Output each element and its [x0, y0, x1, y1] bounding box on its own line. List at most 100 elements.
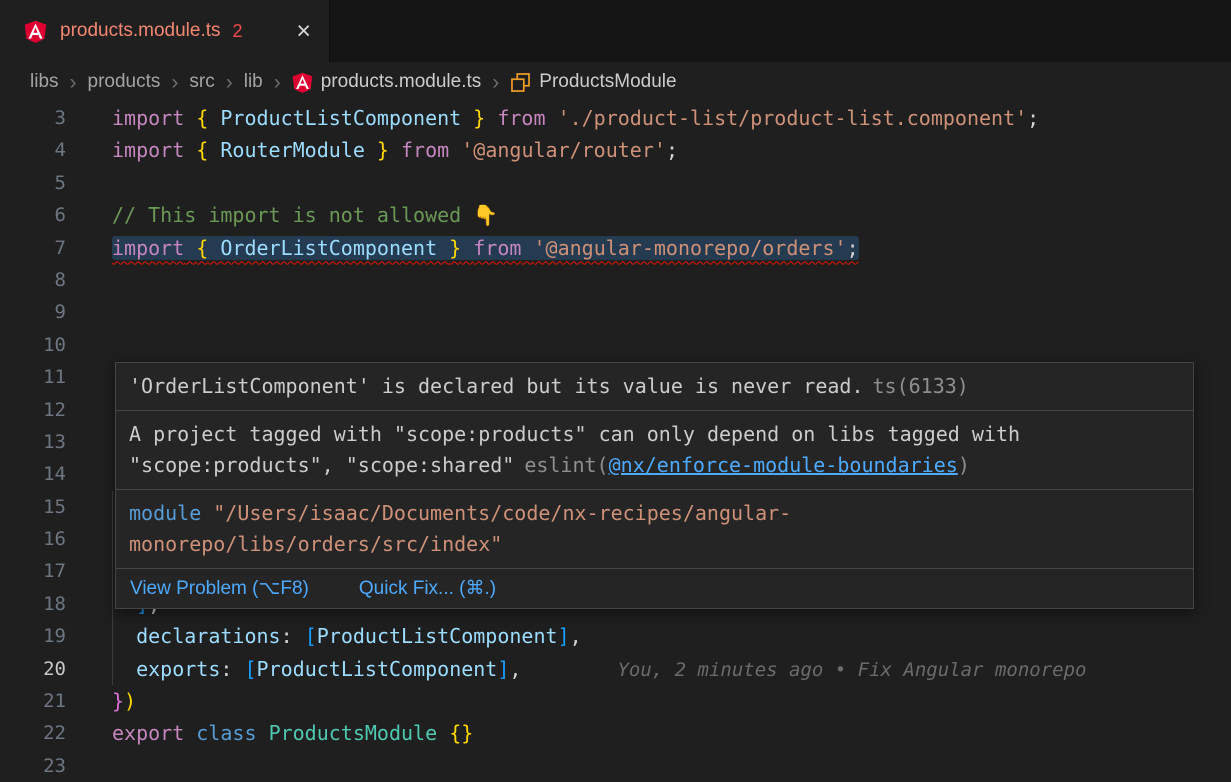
line-code [90, 167, 1231, 199]
breadcrumb-item-lib[interactable]: lib [244, 71, 263, 93]
breadcrumb-label: libs [30, 71, 59, 93]
line-number: 23 [0, 750, 90, 782]
line-content: import { RouterModule } from '@angular/r… [112, 138, 678, 162]
line-number: 7 [0, 232, 90, 264]
line-content: exports: [ProductListComponent], [112, 657, 521, 681]
code-editor[interactable]: 3 import { ProductListComponent } from '.… [0, 102, 1231, 782]
line-number: 22 [0, 717, 90, 749]
eslint-rule-link[interactable]: @nx/enforce-module-boundaries [609, 453, 958, 477]
breadcrumb-item-ProductsModule[interactable]: ProductsModule [510, 71, 676, 93]
breadcrumb-separator: › [70, 72, 77, 93]
line-number: 18 [0, 588, 90, 620]
line-number: 5 [0, 167, 90, 199]
line-content: declarations: [ProductListComponent], [112, 624, 582, 648]
line-number: 14 [0, 458, 90, 490]
line-code: }) [90, 685, 1231, 717]
code-line-8[interactable]: 8 [0, 264, 1231, 296]
line-content: import { ProductListComponent } from './… [112, 106, 1039, 130]
line-number: 16 [0, 523, 90, 555]
line-code: exports: [ProductListComponent], You, 2 m… [90, 653, 1231, 685]
code-line-5[interactable]: 5 [0, 167, 1231, 199]
code-line-6[interactable]: 6 // This import is not allowed 👇 [0, 199, 1231, 231]
line-number: 4 [0, 134, 90, 166]
git-blame-annotation: You, 2 minutes ago • Fix Angular monorep… [617, 654, 1086, 686]
breadcrumb: libs › products › src › lib › products.module.ts… [0, 62, 1231, 102]
breadcrumb-separator: › [226, 72, 233, 93]
code-line-7[interactable]: 7 import { OrderListComponent } from '@an… [0, 232, 1231, 264]
code-line-4[interactable]: 4 import { RouterModule } from '@angular/… [0, 134, 1231, 166]
angular-file-icon [24, 20, 47, 43]
problem-hover-tooltip: 'OrderListComponent' is declared but its… [115, 362, 1194, 609]
line-code [90, 264, 1231, 296]
breadcrumb-label: ProductsModule [539, 71, 676, 93]
line-code: import { ProductListComponent } from './… [90, 102, 1231, 134]
code-line-19[interactable]: 19 declarations: [ProductListComponent], [0, 620, 1231, 652]
line-number: 17 [0, 555, 90, 587]
line-code: import { RouterModule } from '@angular/r… [90, 134, 1231, 166]
line-number: 3 [0, 102, 90, 134]
module-keyword: module [129, 501, 201, 525]
line-code [90, 329, 1231, 361]
code-line-22[interactable]: 22 export class ProductsModule {} [0, 717, 1231, 749]
vscode-window: products.module.ts 2 × libs › products › src… [0, 0, 1231, 780]
code-line-10[interactable]: 10 [0, 329, 1231, 361]
line-number: 11 [0, 361, 90, 393]
ts-diagnostic: 'OrderListComponent' is declared but its… [116, 363, 1193, 411]
line-code: export class ProductsModule {} [90, 717, 1231, 749]
line-code [90, 750, 1231, 782]
line-number: 21 [0, 685, 90, 717]
breadcrumb-item-products.module.ts[interactable]: products.module.ts [292, 71, 482, 93]
breadcrumb-label: src [189, 71, 214, 93]
breadcrumb-separator: › [274, 72, 281, 93]
line-number: 6 [0, 199, 90, 231]
editor-tab-products-module[interactable]: products.module.ts 2 × [0, 0, 330, 62]
line-number: 12 [0, 394, 90, 426]
line-number: 13 [0, 426, 90, 458]
angular-icon [292, 72, 313, 93]
error-highlighted-statement: import { OrderListComponent } from '@ang… [112, 236, 859, 260]
eslint-message-line1: A project tagged with "scope:products" c… [129, 419, 1180, 450]
breadcrumb-separator: › [492, 72, 499, 93]
module-info: module"/Users/isaac/Documents/code/nx-re… [116, 490, 1193, 569]
line-code: import { OrderListComponent } from '@ang… [90, 232, 1231, 264]
breadcrumb-label: products [88, 71, 161, 93]
module-path-line2: monorepo/libs/orders/src/index" [129, 529, 1180, 560]
breadcrumb-item-products[interactable]: products [88, 71, 161, 93]
breadcrumb-item-src[interactable]: src [189, 71, 214, 93]
ts-diagnostic-source: ts(6133) [873, 374, 969, 398]
code-line-21[interactable]: 21}) [0, 685, 1231, 717]
eslint-source-suffix: ) [958, 453, 970, 477]
quick-fix-link[interactable]: Quick Fix... (⌘.) [359, 577, 496, 600]
line-number: 9 [0, 296, 90, 328]
line-content: // This import is not allowed 👇 [112, 203, 498, 227]
line-number: 15 [0, 491, 90, 523]
close-tab-icon[interactable]: × [296, 19, 311, 44]
code-line-9[interactable]: 9 [0, 296, 1231, 328]
line-number: 8 [0, 264, 90, 296]
eslint-message-line2: "scope:products", "scope:shared"eslint(@… [129, 450, 1180, 481]
line-code: declarations: [ProductListComponent], [90, 620, 1231, 652]
line-number: 19 [0, 620, 90, 652]
line-content: }) [112, 689, 136, 713]
class-icon [510, 72, 531, 93]
line-number: 20 [0, 653, 90, 685]
ts-diagnostic-message: 'OrderListComponent' is declared but its… [129, 374, 864, 398]
view-problem-link[interactable]: View Problem (⌥F8) [130, 577, 309, 600]
tab-filename: products.module.ts [60, 20, 221, 42]
eslint-diagnostic: A project tagged with "scope:products" c… [116, 411, 1193, 490]
tab-bar: products.module.ts 2 × [0, 0, 1231, 62]
breadcrumb-label: lib [244, 71, 263, 93]
code-line-3[interactable]: 3 import { ProductListComponent } from '.… [0, 102, 1231, 134]
breadcrumb-separator: › [171, 72, 178, 93]
line-content: export class ProductsModule {} [112, 721, 473, 745]
code-line-20[interactable]: 20 exports: [ProductListComponent], You, … [0, 653, 1231, 685]
line-number: 10 [0, 329, 90, 361]
breadcrumb-label: products.module.ts [321, 71, 482, 93]
eslint-source-prefix: eslint( [524, 453, 608, 477]
tab-problem-count: 2 [233, 21, 243, 42]
line-code [90, 296, 1231, 328]
breadcrumb-item-libs[interactable]: libs [30, 71, 59, 93]
code-line-23[interactable]: 23 [0, 750, 1231, 782]
line-code: // This import is not allowed 👇 [90, 199, 1231, 231]
hover-actions: View Problem (⌥F8) Quick Fix... (⌘.) [116, 569, 1193, 608]
